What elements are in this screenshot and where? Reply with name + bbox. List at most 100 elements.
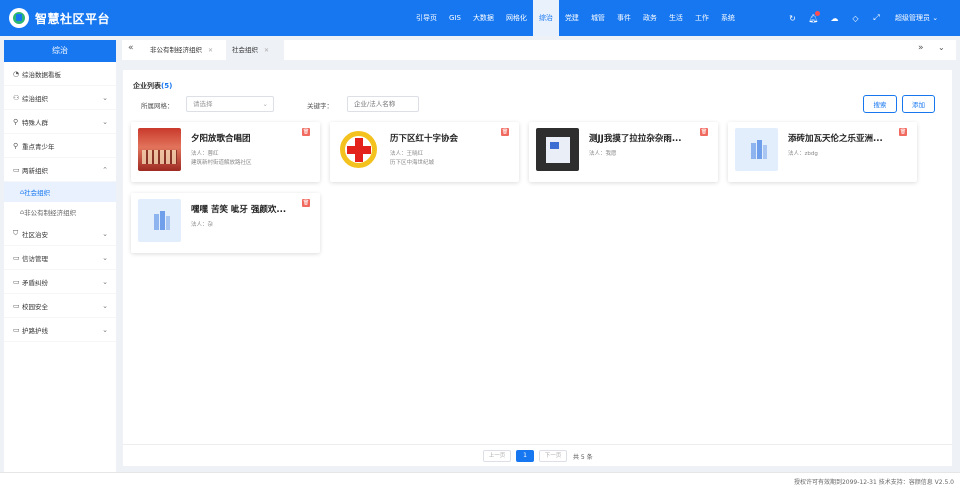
tag-icon[interactable]: ◇	[845, 14, 866, 23]
folder-icon: ▭	[13, 253, 20, 262]
org-card[interactable]: 测JJ我摸了拉拉杂杂雨... 法人：我愿 🗑︎	[529, 122, 718, 182]
chevron-down-icon: ⌄	[102, 94, 108, 102]
sidebar-item-org[interactable]: ⚇ 综治组织 ⌄	[4, 86, 116, 110]
brand[interactable]: 智慧社区平台	[9, 8, 110, 28]
delete-icon[interactable]: 🗑︎	[700, 128, 708, 136]
nav-item-affairs[interactable]: 政务	[637, 0, 663, 36]
nav-item-bigdata[interactable]: 大数据	[467, 0, 500, 36]
grid-select-placeholder: 请选择	[193, 100, 213, 108]
org-name: 历下区红十字协会	[390, 134, 459, 144]
main-content: 企业列表(5) 所属网格： 请选择 ⌄ 关键字： 搜索 添加 夕阳放歌合唱团 法…	[123, 70, 952, 466]
dashboard-icon: ◔	[13, 69, 20, 78]
close-icon[interactable]: ✕	[208, 47, 213, 54]
next-page-button[interactable]: 下一页	[539, 450, 567, 462]
bell-icon[interactable]: 🔔︎	[803, 10, 824, 23]
nav-item-life[interactable]: 生活	[663, 0, 689, 36]
page-number-current[interactable]: 1	[516, 450, 534, 462]
pagination: 上一页 1 下一页 共 5 条	[123, 444, 952, 466]
sidebar-header: 综治	[4, 40, 116, 62]
sidebar-item-special-groups[interactable]: ⚲ 特殊人群 ⌄	[4, 110, 116, 134]
sidebar-item-disputes[interactable]: ▭ 矛盾纠纷 ⌄	[4, 270, 116, 294]
delete-icon[interactable]: 🗑︎	[501, 128, 509, 136]
nav-item-urban[interactable]: 城管	[585, 0, 611, 36]
org-legal-person: 法人：zbdg	[788, 151, 818, 157]
list-count: (5)	[161, 82, 173, 90]
grid-select[interactable]: 请选择 ⌄	[186, 96, 274, 112]
folder-icon: ▭	[13, 277, 20, 286]
tab-non-public-org[interactable]: 非公有制经济组织 ✕	[144, 40, 226, 60]
nav-item-events[interactable]: 事件	[611, 0, 637, 36]
sidebar-subitem-non-public-org[interactable]: ⌂ 非公有制经济组织	[4, 202, 116, 222]
nav-item-governance[interactable]: 综治	[532, 0, 559, 36]
org-legal-person: 法人：我愿	[589, 151, 617, 157]
org-card[interactable]: 嘿嘿 苦笑 呲牙 强颜欢... 法人：杂 🗑︎	[131, 193, 320, 253]
notification-dot	[815, 10, 820, 16]
add-button[interactable]: 添加	[902, 95, 935, 113]
keyword-input[interactable]	[347, 96, 419, 112]
fullscreen-icon[interactable]: ⤢	[866, 13, 887, 23]
chevron-down-icon: ⌄	[102, 230, 108, 238]
search-button[interactable]: 搜索	[863, 95, 897, 113]
nav-item-guide[interactable]: 引导页	[410, 0, 443, 36]
chevron-down-icon: ⌄	[102, 118, 108, 126]
delete-icon[interactable]: 🗑︎	[302, 199, 310, 207]
chevron-down-icon: ⌄	[102, 278, 108, 286]
sidebar-item-label: 社区治安	[22, 230, 48, 239]
sidebar-item-petition[interactable]: ▭ 信访管理 ⌄	[4, 246, 116, 270]
close-icon[interactable]: ✕	[264, 47, 269, 54]
nav-item-work[interactable]: 工作	[689, 0, 715, 36]
list-title: 企业列表(5)	[133, 81, 172, 91]
sidebar-item-label: 两新组织	[22, 166, 48, 175]
tabs-scroll-right-icon[interactable]: »	[918, 43, 924, 53]
org-icon: ⚇	[13, 93, 20, 102]
sidebar-item-public-security[interactable]: ⛉ 社区治安 ⌄	[4, 222, 116, 246]
prev-page-button[interactable]: 上一页	[483, 450, 511, 462]
tab-label: 社会组织	[232, 46, 258, 54]
org-legal-person: 法人：杂	[191, 222, 214, 228]
folder-icon: ▭	[13, 325, 20, 334]
sidebar-item-dashboard[interactable]: ◔ 综治数据看板	[4, 62, 116, 86]
sidebar-item-youth[interactable]: ⚲ 重点青少年	[4, 134, 116, 158]
sidebar-item-label: 校园安全	[22, 302, 48, 311]
sidebar-item-label: 矛盾纠纷	[22, 278, 48, 287]
chevron-down-icon: ⌄	[932, 14, 939, 22]
sidebar-subitem-label: 社会组织	[24, 189, 51, 197]
tab-social-org[interactable]: 社会组织 ✕	[226, 40, 284, 60]
sidebar-subitem-social-org[interactable]: ⌂ 社会组织	[4, 182, 116, 202]
chevron-down-icon: ⌄	[102, 326, 108, 334]
org-photo	[138, 128, 181, 171]
chevron-down-icon[interactable]: ⌄	[938, 43, 945, 52]
sidebar-item-label: 重点青少年	[22, 142, 55, 151]
refresh-icon[interactable]: ↻	[782, 14, 803, 23]
org-name: 测JJ我摸了拉拉杂杂雨...	[589, 134, 682, 144]
main-nav: 引导页 GIS 大数据 网格化 综治 党建 城管 事件 政务 生活 工作 系统	[410, 0, 741, 36]
shield-icon: ⛉	[13, 229, 19, 237]
org-card[interactable]: 夕阳放歌合唱团 法人：蓉红 建筑新村街道解放路社区 🗑︎	[131, 122, 320, 182]
delete-icon[interactable]: 🗑︎	[302, 128, 310, 136]
sidebar-item-road-protection[interactable]: ▭ 护路护线 ⌄	[4, 318, 116, 342]
org-card[interactable]: 历下区红十字协会 法人：王晓红 历下区中海世纪城 🗑︎	[330, 122, 519, 182]
keyword-label: 关键字：	[307, 102, 333, 110]
sidebar-item-two-new-orgs[interactable]: ▭ 两新组织 ⌃	[4, 158, 116, 182]
sidebar-item-label: 特殊人群	[22, 118, 48, 127]
delete-icon[interactable]: 🗑︎	[899, 128, 907, 136]
nav-item-party[interactable]: 党建	[559, 0, 585, 36]
app-title: 智慧社区平台	[35, 11, 111, 26]
chevron-down-icon: ⌄	[102, 254, 108, 262]
user-name: 超级管理员	[895, 14, 930, 22]
user-menu[interactable]: 超级管理员 ⌄	[895, 0, 938, 36]
grid-filter-label: 所属网格：	[141, 102, 174, 110]
logo-icon	[9, 8, 29, 28]
tabs-scroll-left-icon[interactable]: «	[128, 43, 134, 53]
org-address: 建筑新村街道解放路社区	[191, 160, 252, 166]
nav-item-grid[interactable]: 网格化	[500, 0, 533, 36]
sidebar-item-campus-safety[interactable]: ▭ 校园安全 ⌄	[4, 294, 116, 318]
palette-icon[interactable]: ☁	[824, 14, 845, 23]
nav-item-gis[interactable]: GIS	[443, 0, 467, 36]
org-name: 夕阳放歌合唱团	[191, 134, 251, 144]
org-card[interactable]: 添砖加瓦天伦之乐亚洲... 法人：zbdg 🗑︎	[728, 122, 917, 182]
nav-item-system[interactable]: 系统	[715, 0, 741, 36]
sidebar-item-label: 综治组织	[22, 94, 48, 103]
folder-icon: ▭	[13, 165, 20, 174]
org-legal-person: 法人：蓉红	[191, 151, 219, 157]
